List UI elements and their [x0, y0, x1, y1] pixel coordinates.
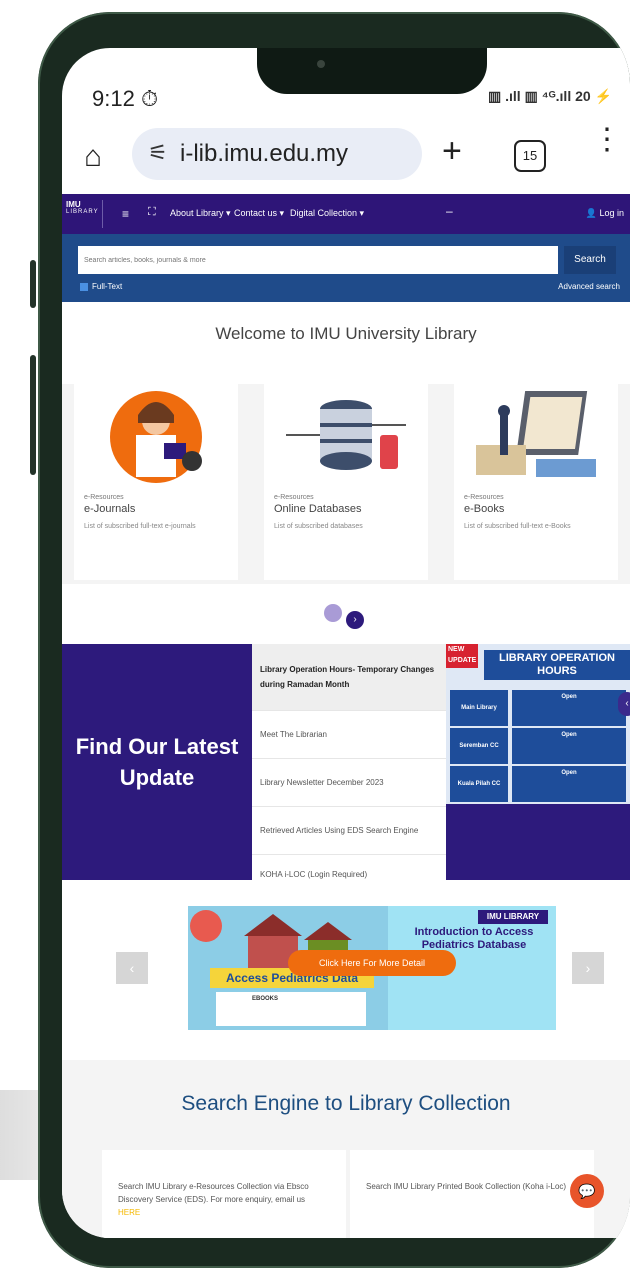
eds-box: Search IMU Library e-Resources Collectio… [102, 1150, 346, 1238]
update-list: Library Operation Hours- Temporary Chang… [252, 644, 446, 880]
browser-toolbar: ⌂ ⚟ i-lib.imu.edu.my + 15 ⋮ [62, 118, 630, 198]
minus-icon[interactable]: – [446, 204, 453, 218]
imu-library-logo[interactable]: IMU LIBRARY [66, 200, 103, 228]
slider-prev-button[interactable]: ‹ [116, 952, 148, 984]
search-engine-section: Search Engine to Library Collection Sear… [62, 1060, 630, 1238]
status-time: 9:12 ⏱ [92, 86, 159, 111]
databases-illustration [272, 384, 420, 486]
tab-switcher-button[interactable]: 15 [514, 140, 546, 172]
welcome-heading: Welcome to IMU University Library [215, 324, 477, 343]
phone-frame: 9:12 ⏱ ▥ .ıll ▥ ⁴ᴳ.ıll 20 ⚡ ⌂ ⚟ i-lib.im… [38, 12, 630, 1268]
site-settings-icon[interactable]: ⚟ [148, 140, 168, 166]
latest-update-section: Find Our Latest Update Library Operation… [62, 644, 630, 880]
latest-update-heading: Find Our Latest Update [62, 644, 252, 880]
operation-hours-banner: NEW UPDATE LIBRARY OPERATION HOURS Main … [446, 644, 630, 880]
chevron-left-icon[interactable]: ‹ [618, 692, 630, 716]
home-icon[interactable]: ⌂ [84, 140, 102, 174]
carousel-prev-dot[interactable] [324, 604, 342, 622]
search-input[interactable] [78, 246, 558, 274]
fulltext-checkbox[interactable]: Full-Text [80, 282, 122, 291]
koha-box: Search IMU Library Printed Book Collecti… [350, 1150, 594, 1238]
site-navbar: IMU LIBRARY ≡ ⛶ About Library ▾ Contact … [62, 194, 630, 234]
search-engine-title: Search Engine to Library Collection [181, 1092, 511, 1115]
url-text: i-lib.imu.edu.my [180, 140, 349, 167]
update-item[interactable]: Library Operation Hours- Temporary Chang… [252, 644, 446, 711]
update-item[interactable]: Library Newsletter December 2023 [252, 759, 446, 807]
operation-hours-poster[interactable]: NEW UPDATE LIBRARY OPERATION HOURS Main … [446, 644, 630, 804]
hours-row: Main Library Open [450, 690, 626, 726]
new-update-badge: NEW UPDATE [446, 644, 478, 668]
slider-next-button[interactable]: › [572, 952, 604, 984]
search-section: Search Full-Text Advanced search [62, 234, 630, 302]
menu-about-library[interactable]: About Library ▾ [170, 208, 231, 219]
advanced-search-link[interactable]: Advanced search [558, 282, 620, 291]
hours-row: Seremban CC Open [450, 728, 626, 764]
more-menu-icon[interactable]: ⋮ [592, 125, 622, 155]
menu-digital-collection[interactable]: Digital Collection ▾ [290, 208, 364, 219]
carousel-dots: › [324, 604, 368, 629]
status-bar: 9:12 ⏱ ▥ .ıll ▥ ⁴ᴳ.ıll 20 ⚡ [62, 48, 630, 118]
menu-contact-us[interactable]: Contact us ▾ [234, 208, 284, 219]
new-tab-icon[interactable]: + [442, 132, 462, 171]
update-item[interactable]: Retrieved Articles Using EDS Search Engi… [252, 807, 446, 855]
poster-right-title: Introduction to Access Pediatrics Databa… [414, 926, 534, 951]
card-online-databases[interactable]: e-Resources Online Databases List of sub… [264, 384, 428, 580]
ebooks-illustration [462, 384, 610, 486]
hamburger-icon[interactable]: ≡ [122, 207, 129, 221]
hours-title: LIBRARY OPERATION HOURS [484, 650, 630, 680]
phone-volume-button [30, 355, 36, 475]
eds-email-link[interactable]: HERE [118, 1208, 140, 1217]
hours-row: Kuala Pilah CC Open [450, 766, 626, 802]
status-icons: ▥ .ıll ▥ ⁴ᴳ.ıll 20 ⚡ [488, 88, 612, 104]
promo-slider: ‹ IMU LIBRARY Access Pediatrics Data Int… [62, 906, 630, 1046]
resource-carousel: e-Resources e-Journals List of subscribe… [62, 384, 630, 584]
login-link[interactable]: 👤 Log in [586, 208, 624, 219]
fullscreen-icon[interactable]: ⛶ [148, 206, 156, 219]
phone-screen: 9:12 ⏱ ▥ .ıll ▥ ⁴ᴳ.ıll 20 ⚡ ⌂ ⚟ i-lib.im… [62, 48, 630, 1238]
card-ejournals[interactable]: e-Resources e-Journals List of subscribe… [74, 384, 238, 580]
access-pediatrics-poster[interactable]: IMU LIBRARY Access Pediatrics Data Intro… [188, 906, 556, 1030]
carousel-next-dot[interactable]: › [346, 611, 364, 629]
poster-doc-preview: EBOOKS [216, 992, 366, 1026]
ejournals-illustration [82, 384, 230, 486]
update-item[interactable]: KOHA i-LOC (Login Required) [252, 855, 446, 893]
address-bar[interactable]: ⚟ i-lib.imu.edu.my [132, 128, 422, 180]
card-ebooks[interactable]: e-Resources e-Books List of subscribed f… [454, 384, 618, 580]
imu-library-tag: IMU LIBRARY [478, 910, 548, 924]
more-detail-button[interactable]: Click Here For More Detail [288, 950, 456, 976]
search-button[interactable]: Search [564, 246, 616, 274]
update-item[interactable]: Meet The Librarian [252, 711, 446, 759]
phone-side-button [30, 260, 36, 308]
chat-icon[interactable]: 💬 [570, 1174, 604, 1208]
